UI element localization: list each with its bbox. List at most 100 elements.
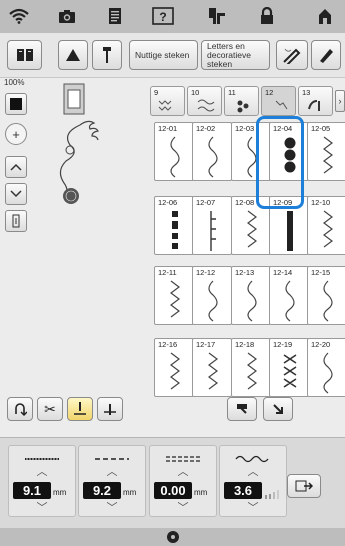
document-icon[interactable] [103, 6, 127, 26]
increase-length-button[interactable]: ︿ [97, 466, 127, 479]
needle-tab-button[interactable] [92, 40, 122, 70]
book-icon [16, 49, 33, 61]
category-tab-active[interactable]: 12 [261, 86, 296, 116]
stitch-cell[interactable]: 12-05 [307, 122, 345, 181]
my-custom-stitch-button[interactable] [311, 40, 341, 70]
stitch-edit-button[interactable] [276, 40, 308, 70]
preview-pattern-graphic [59, 83, 99, 204]
stitch-number: 12-14 [273, 268, 293, 277]
presser-foot-icon [66, 49, 80, 61]
stitch-pattern-icon [208, 280, 218, 322]
decrease-length-button[interactable]: ﹀ [97, 502, 127, 515]
dashed-line-icon [93, 451, 131, 461]
thread-spool-icon[interactable] [204, 6, 228, 26]
stitch-number: 12-12 [196, 268, 216, 277]
settings-dial-icon[interactable] [165, 530, 181, 544]
svg-text:?: ? [159, 10, 166, 24]
screen: ? Nuttige steken Letters en decoratieve … [0, 0, 345, 546]
needle-stop-up-button[interactable] [67, 397, 93, 421]
pen-stitch-icon [283, 48, 301, 64]
stitch-pattern-icon [323, 136, 333, 174]
pencil-icon [320, 49, 333, 63]
category-pattern-icon [237, 100, 249, 113]
stitch-cell[interactable]: 12-17 [192, 338, 232, 397]
help-icon[interactable]: ? [151, 6, 175, 26]
stitch-number: 12-16 [158, 340, 178, 349]
wave-line-icon [234, 451, 272, 463]
needle-position-icon [74, 402, 86, 415]
category-tab[interactable]: 9 [150, 86, 185, 116]
needle-icon [103, 47, 111, 63]
stitch-number: 12-10 [311, 198, 331, 207]
length-value: 9.2 [83, 482, 121, 499]
stitch-cell[interactable]: 12-15 [307, 266, 345, 325]
manual-book-button[interactable] [7, 40, 42, 70]
stitch-cell[interactable]: 12-19 [269, 338, 309, 397]
stitch-cell[interactable]: 12-18 [231, 338, 271, 397]
increase-width-button[interactable]: ︿ [238, 466, 268, 479]
stitch-pattern-icon [170, 136, 180, 178]
stitch-cell[interactable]: 12-13 [231, 266, 271, 325]
stitch-cell[interactable]: 12-10 [307, 196, 345, 255]
stitch-cell[interactable]: 12-20 [307, 338, 345, 397]
scissors-icon: ✂ [44, 400, 56, 417]
increase-density-button[interactable]: ︿ [27, 466, 57, 479]
zoom-in-button[interactable]: + [5, 123, 27, 145]
stitch-cell[interactable]: 12-01 [154, 122, 194, 181]
stitch-number: 12-15 [311, 268, 331, 277]
stitch-cell[interactable]: 12-16 [154, 338, 194, 397]
stitch-number: 12-07 [196, 198, 216, 207]
home-icon[interactable] [313, 6, 337, 26]
stitch-cell[interactable]: 12-06 [154, 196, 194, 255]
decrease-width-button[interactable]: ﹀ [238, 502, 268, 515]
thread-cutter-button[interactable]: ✂ [37, 397, 63, 421]
selected-stitch-highlight [256, 116, 304, 209]
increase-spacing-button[interactable]: ︿ [168, 466, 198, 479]
tab-letters-decorative[interactable]: Letters en decoratieve steken [201, 40, 270, 70]
stitch-cell[interactable]: 12-07 [192, 196, 232, 255]
category-pattern-icon [197, 99, 215, 112]
tab-utility-stitches[interactable]: Nuttige steken [129, 40, 198, 70]
wifi-icon[interactable] [7, 6, 31, 26]
needle-stop-down-button[interactable] [97, 397, 123, 421]
sewing-tab-button[interactable] [58, 40, 88, 70]
stitch-pattern-icon [172, 211, 178, 249]
camera-icon[interactable] [55, 6, 79, 26]
stitch-pattern-icon [323, 280, 333, 322]
decrease-density-button[interactable]: ﹀ [27, 502, 57, 515]
category-tab[interactable]: 13 [298, 86, 333, 116]
stitch-number: 12-05 [311, 124, 331, 133]
decrease-spacing-button[interactable]: ﹀ [168, 502, 198, 515]
stitch-cell[interactable]: 12-02 [192, 122, 232, 181]
pattern-size-button[interactable] [5, 210, 27, 232]
stitch-pattern-icon [247, 280, 257, 322]
stitch-preview [35, 80, 130, 380]
stitch-pattern-icon [285, 280, 295, 322]
category-next-button[interactable]: › [335, 90, 345, 112]
stitch-number: 12-19 [273, 340, 293, 349]
width-scale-icon [264, 486, 282, 499]
width-value: 3.6 [224, 482, 262, 499]
chevron-down-icon [10, 190, 22, 198]
stitch-cell[interactable]: 12-12 [192, 266, 232, 325]
length-unit: mm [123, 488, 137, 497]
lock-icon[interactable] [255, 6, 279, 26]
arrow-down-right-icon [273, 404, 283, 414]
tab-letters-label: Letters en decoratieve steken [207, 40, 251, 69]
stitch-number: 12-02 [196, 124, 216, 133]
double-dash-icon [164, 451, 202, 462]
next-page-button[interactable] [287, 474, 321, 498]
category-tab[interactable]: 10 [187, 86, 222, 116]
scroll-up-button[interactable] [5, 156, 27, 178]
chevron-right-icon: › [338, 96, 342, 106]
scroll-down-button[interactable] [5, 183, 27, 205]
stitch-cell[interactable]: 12-14 [269, 266, 309, 325]
move-diagonal-down-right-button[interactable] [263, 397, 293, 421]
density-value: 9.1 [13, 482, 51, 499]
arrow-up-left-icon [237, 404, 247, 414]
reverse-stitch-button[interactable] [7, 397, 33, 421]
move-diagonal-up-left-button[interactable] [227, 397, 257, 421]
thread-color-button[interactable] [5, 93, 27, 115]
category-tab[interactable]: 11 [224, 86, 259, 116]
stitch-cell[interactable]: 12-11 [154, 266, 194, 325]
